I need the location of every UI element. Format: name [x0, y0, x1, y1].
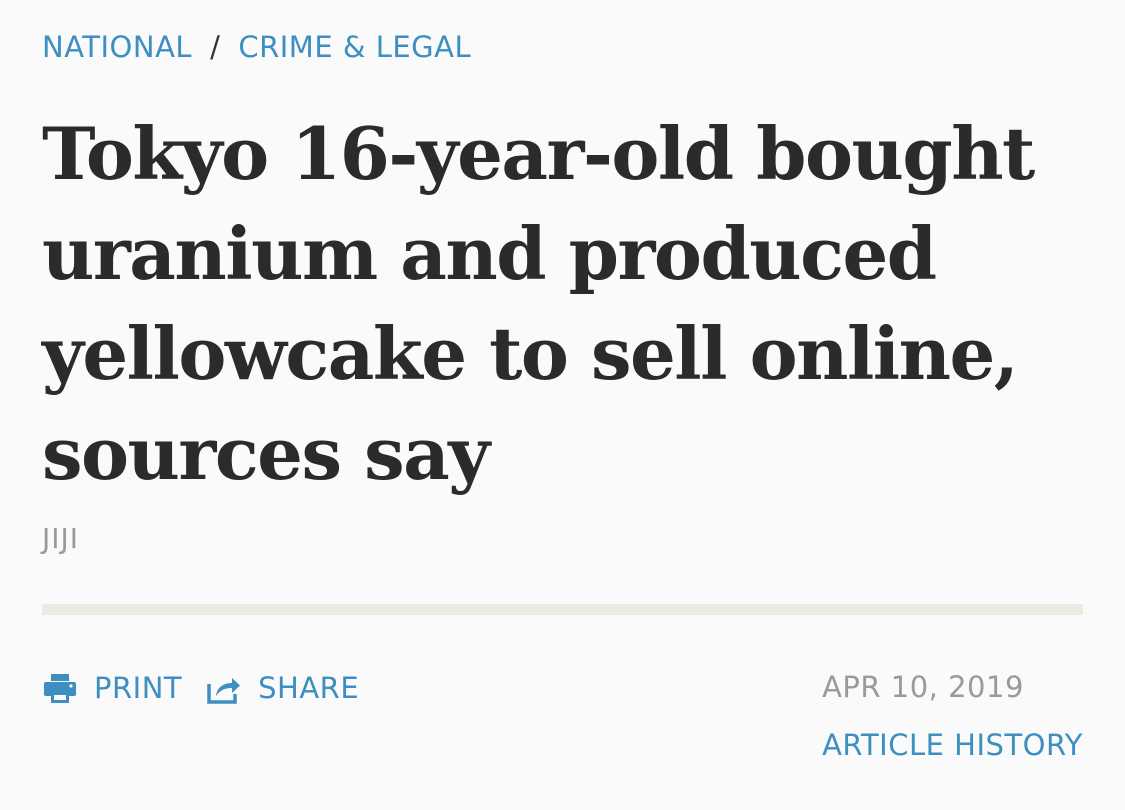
breadcrumb-separator: / — [210, 30, 221, 64]
article-history-link[interactable]: ARTICLE HISTORY — [822, 728, 1083, 762]
breadcrumb-national-link[interactable]: NATIONAL — [42, 30, 192, 64]
article-headline: Tokyo 16-year-old bought uranium and pro… — [42, 111, 1035, 496]
share-label: SHARE — [258, 671, 360, 705]
printer-icon — [42, 670, 78, 706]
share-button[interactable]: SHARE — [206, 670, 359, 706]
breadcrumb: NATIONAL / CRIME & LEGAL — [42, 30, 471, 64]
divider — [42, 604, 1083, 615]
article-actions: PRINT SHARE — [42, 670, 359, 706]
breadcrumb-crime-legal-link[interactable]: CRIME & LEGAL — [238, 30, 471, 64]
article-meta: APR 10, 2019 ARTICLE HISTORY — [822, 670, 1083, 762]
article-byline: JIJI — [42, 522, 80, 555]
article-header: NATIONAL / CRIME & LEGAL Tokyo 16-year-o… — [0, 0, 1125, 810]
print-button[interactable]: PRINT — [42, 670, 182, 706]
print-label: PRINT — [94, 671, 183, 705]
article-date: APR 10, 2019 — [822, 670, 1024, 704]
share-arrow-icon — [206, 670, 242, 706]
